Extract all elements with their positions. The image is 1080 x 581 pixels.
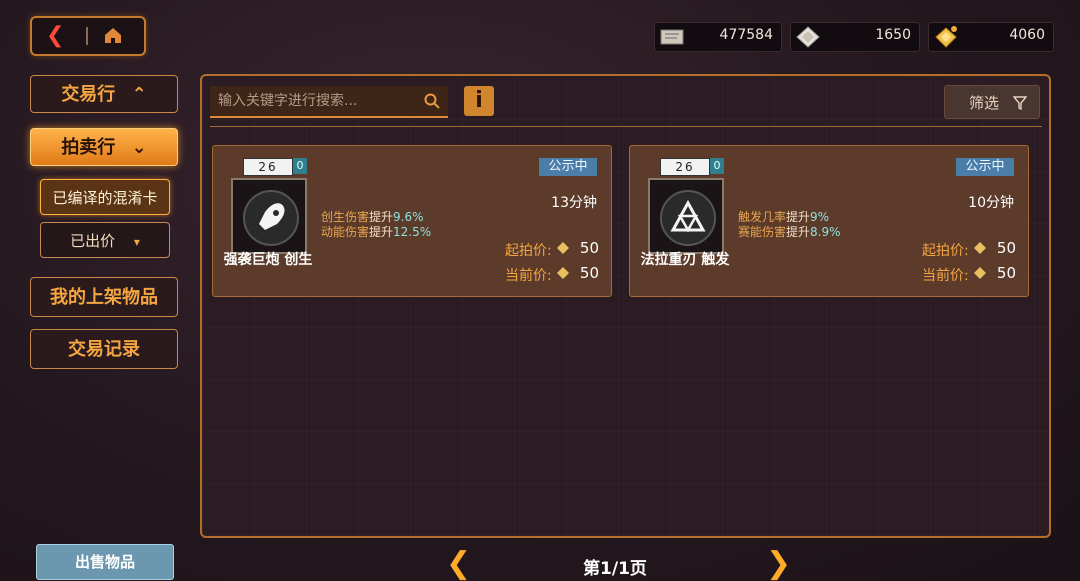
ticket-icon [660,29,684,45]
sort-arrow-icon: ▾ [133,235,140,249]
gold-gem-icon [557,267,569,279]
search-input[interactable]: 输入关键字进行搜索... [210,86,448,118]
card-time: 10分钟 [968,195,1014,211]
card-icon-circle [660,190,716,246]
sidebar-sub-bid-label: 已出价 [70,232,116,250]
card-level: 26 [243,158,293,176]
start-price-label: 起拍价: [505,243,552,259]
stat-prefix: 提升 [369,225,394,239]
back-arrow-icon[interactable]: ❮ [46,22,64,50]
stat-value: 9.6% [393,210,424,224]
filter-label: 筛选 [969,94,1000,112]
current-price-value: 50 [579,264,599,282]
search-icon[interactable] [424,93,440,109]
card-time: 13分钟 [551,195,597,211]
home-icon[interactable] [102,24,124,46]
chevron-up-icon: ⌃ [131,84,147,105]
card-stat-2: 赛能伤害提升8.9% [738,223,841,240]
search-placeholder: 输入关键字进行搜索... [218,93,358,109]
chevron-down-icon: ⌄ [131,137,147,158]
silver-value: 1650 [875,27,911,43]
sidebar-trade-label: 交易行 [61,84,116,105]
silver-gem-icon [796,26,820,48]
sidebar-trade-history[interactable]: 交易记录 [30,329,178,369]
start-price-label: 起拍价: [922,243,969,259]
prev-page-icon[interactable]: ❮ [446,546,471,581]
current-price-label: 当前价: [505,268,552,284]
currency-silver: 1650 [790,22,920,52]
gold-gem-icon [974,267,986,279]
page-indicator: 第1/1页 [583,559,647,579]
card-name: 法拉重刃 触发 [640,252,730,268]
listing-card[interactable]: 26 0 法拉重刃 触发 触发几率提升9% 赛能伤害提升8.9% 公示中 10分… [629,145,1029,297]
stat-prefix: 提升 [369,210,394,224]
start-price-value: 50 [579,239,599,257]
stat-prefix: 提升 [786,225,811,239]
filter-icon [1013,96,1027,110]
card-level: 26 [660,158,710,176]
triangle-emblem-icon [670,199,706,233]
next-page-icon[interactable]: ❯ [766,546,791,581]
current-price-value: 50 [996,264,1016,282]
stat-label: 赛能伤害 [738,225,787,239]
currency-gold: 4060 [928,22,1054,52]
ticket-value: 477584 [719,27,773,43]
card-level-badge: 0 [710,158,724,174]
card-icon-frame [648,178,724,254]
sidebar-sub-bid[interactable]: 已出价 ▾ [40,222,170,258]
listing-panel [200,74,1051,538]
card-icon-circle [243,190,299,246]
info-button[interactable]: i [464,86,494,116]
stat-label: 触发几率 [738,210,787,224]
sidebar-auction-label: 拍卖行 [61,137,116,158]
top-nav: ❮ [30,16,146,56]
panel-divider [210,126,1042,127]
stat-value: 12.5% [393,225,432,239]
currency-ticket: 477584 [654,22,782,52]
rocket-icon [259,203,285,230]
status-badge: 公示中 [539,158,597,176]
card-level-badge: 0 [293,158,307,174]
stat-value: 8.9% [810,225,841,239]
sell-item-button[interactable]: 出售物品 [36,544,174,580]
card-name: 强袭巨炮 创生 [223,252,313,268]
stat-prefix: 提升 [786,210,811,224]
status-badge: 公示中 [956,158,1014,176]
sidebar-sub-encoded[interactable]: 已编译的混淆卡 [40,179,170,215]
nav-divider [86,27,88,45]
filter-button[interactable]: 筛选 [944,85,1040,119]
card-stat-2: 动能伤害提升12.5% [321,223,431,240]
gold-value: 4060 [1009,27,1045,43]
start-price-value: 50 [996,239,1016,257]
stat-label: 创生伤害 [321,210,370,224]
gold-gem-icon [974,242,986,254]
current-price-label: 当前价: [922,268,969,284]
listing-card[interactable]: 26 0 强袭巨炮 创生 创生伤害提升9.6% 动能伤害提升12.5% 公示中 … [212,145,612,297]
stat-label: 动能伤害 [321,225,370,239]
card-icon-frame [231,178,307,254]
sidebar-trade[interactable]: 交易行 ⌃ [30,75,178,113]
gold-gem-icon [557,242,569,254]
sidebar-my-listings[interactable]: 我的上架物品 [30,277,178,317]
sidebar-auction[interactable]: 拍卖行 ⌄ [30,128,178,166]
gold-gem-icon [935,26,957,48]
stat-value: 9% [810,210,830,224]
